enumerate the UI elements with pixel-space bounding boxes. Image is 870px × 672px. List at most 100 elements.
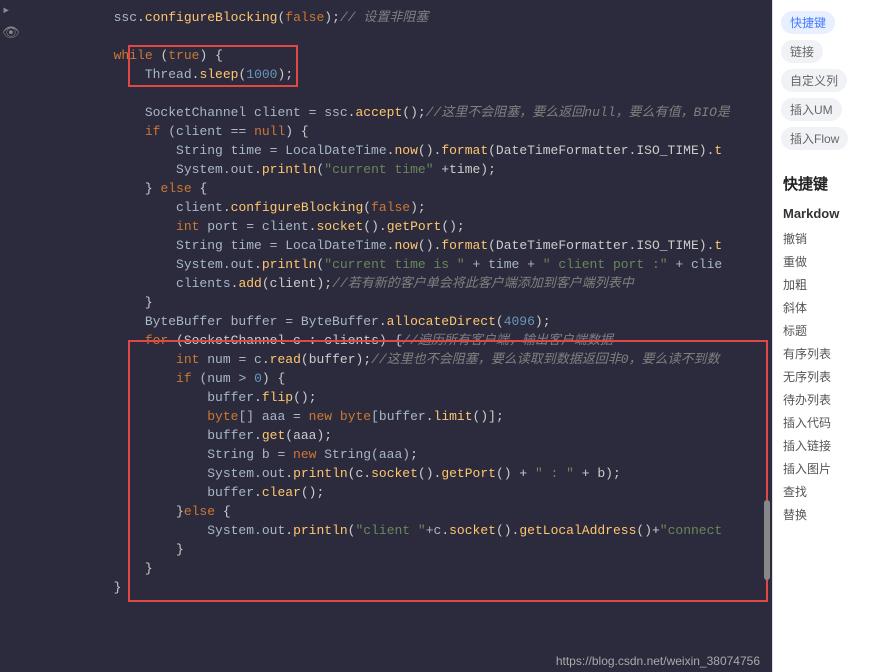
code-token: println (293, 523, 348, 538)
eye-icon[interactable]: 👁 (2, 25, 18, 42)
shortcut-item[interactable]: 插入图片 (783, 457, 860, 480)
code-token: (client) (262, 276, 324, 291)
code-token: } (20, 542, 184, 557)
shortcut-item[interactable]: 有序列表 (783, 342, 860, 365)
code-token: } (20, 580, 121, 595)
code-token: //若有新的客户单会将此客户端添加到客户端列表中 (332, 276, 634, 291)
code-token: get (262, 428, 285, 443)
code-token: . (137, 10, 145, 25)
code-token: 1000 (246, 67, 277, 82)
code-token (20, 352, 176, 367)
code-token: (buffer) (301, 352, 363, 367)
code-token: true (168, 48, 199, 63)
code-token (20, 371, 176, 386)
code-token: println (262, 162, 317, 177)
shortcut-list: 撤销重做加粗斜体标题有序列表无序列表待办列表插入代码插入链接插入图片查找替换 (773, 227, 870, 526)
shortcut-item[interactable]: 待办列表 (783, 388, 860, 411)
code-token: . (379, 219, 387, 234)
code-token: (c (348, 466, 364, 481)
code-token: ) { (262, 371, 285, 386)
pill-快捷键[interactable]: 快捷键 (781, 11, 835, 34)
code-token: ; (613, 466, 621, 481)
code-token: String time = LocalDateTime (20, 238, 387, 253)
scrollbar-thumb[interactable] (764, 500, 770, 580)
code-content[interactable]: ssc.configureBlocking(false);// 设置非阻塞 wh… (0, 8, 772, 597)
code-token: ; (418, 200, 426, 215)
shortcut-item[interactable]: 重做 (783, 250, 860, 273)
code-token: "client " (355, 523, 425, 538)
code-token: "current time is " (324, 257, 464, 272)
code-token: () (496, 523, 512, 538)
code-token: configureBlocking (231, 200, 364, 215)
code-token: socket (371, 466, 418, 481)
shortcut-item[interactable]: 标题 (783, 319, 860, 342)
shortcut-item[interactable]: 加粗 (783, 273, 860, 296)
code-token: ssc (20, 10, 137, 25)
code-token: () + (496, 466, 535, 481)
shortcut-item[interactable]: 无序列表 (783, 365, 860, 388)
code-token: ; (285, 67, 293, 82)
pill-链接[interactable]: 链接 (781, 40, 823, 63)
shortcut-item[interactable]: 查找 (783, 480, 860, 503)
code-token: " client port :" (543, 257, 668, 272)
code-token: client (20, 200, 223, 215)
pill-插入Flow[interactable]: 插入Flow (781, 127, 848, 150)
code-token: else (184, 504, 215, 519)
code-token: now (394, 143, 417, 158)
code-token: ) (324, 10, 332, 25)
shortcut-item[interactable]: 替换 (783, 503, 860, 526)
code-token: + b) (574, 466, 613, 481)
code-token (20, 219, 176, 234)
code-token: () (402, 105, 418, 120)
code-token: System.out (20, 257, 254, 272)
code-token: . (223, 200, 231, 215)
code-token: . (254, 390, 262, 405)
code-token: . (254, 257, 262, 272)
code-token: for (145, 333, 168, 348)
code-token: read (270, 352, 301, 367)
code-token: byte (340, 409, 371, 424)
code-token: (aaa) (285, 428, 324, 443)
code-token: " : " (535, 466, 574, 481)
code-token: accept (355, 105, 402, 120)
code-token: (SocketChannel c : clients) { (168, 333, 402, 348)
code-token: ; (488, 162, 496, 177)
pill-插入UM[interactable]: 插入UM (781, 98, 842, 121)
code-token: if (145, 124, 161, 139)
pill-自定义列[interactable]: 自定义列 (781, 69, 847, 92)
code-token: ; (324, 276, 332, 291)
code-token: byte (207, 409, 238, 424)
code-token: ; (543, 314, 551, 329)
code-token: ; (332, 10, 340, 25)
code-token: ( (363, 200, 371, 215)
code-token: ByteBuffer buffer = ByteBuffer (20, 314, 379, 329)
sidebar: 快捷键链接自定义列插入UM插入Flow 快捷键 Markdow 撤销重做加粗斜体… (772, 0, 870, 672)
code-token: Thread (20, 67, 192, 82)
code-token: t (714, 238, 722, 253)
code-token: socket (449, 523, 496, 538)
code-token: flip (262, 390, 293, 405)
code-token: limit (434, 409, 473, 424)
code-token: . (254, 162, 262, 177)
shortcut-item[interactable]: 撤销 (783, 227, 860, 250)
arrow-icon[interactable]: ▸ (2, 2, 18, 19)
code-token (20, 409, 207, 424)
code-token: ()+ (636, 523, 659, 538)
code-token: ) { (285, 124, 308, 139)
code-token: t (714, 143, 722, 158)
shortcut-item[interactable]: 插入链接 (783, 434, 860, 457)
code-token: () (418, 466, 434, 481)
code-token: format (441, 143, 488, 158)
code-token: } (20, 504, 184, 519)
code-token: clear (262, 485, 301, 500)
shortcut-item[interactable]: 插入代码 (783, 411, 860, 434)
code-editor[interactable]: ▸ 👁 ssc.configureBlocking(false);// 设置非阻… (0, 0, 772, 672)
code-token: "current time" (324, 162, 433, 177)
code-token: getLocalAddress (519, 523, 636, 538)
code-token: () (441, 219, 457, 234)
shortcut-item[interactable]: 斜体 (783, 296, 860, 319)
code-token: (num > (192, 371, 254, 386)
pill-group: 快捷键链接自定义列插入UM 插入Flow (773, 8, 870, 167)
section-title: 快捷键 (773, 167, 870, 204)
code-token (20, 124, 145, 139)
